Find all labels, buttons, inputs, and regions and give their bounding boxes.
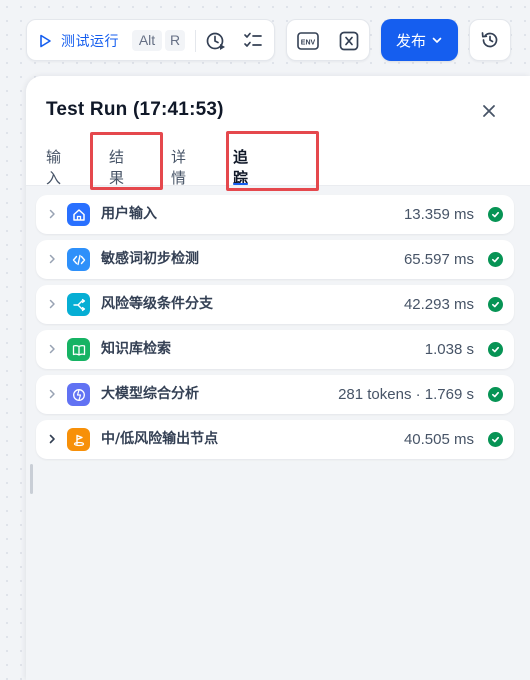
run-group: 测试运行 Alt R bbox=[26, 19, 275, 61]
test-run-panel: Test Run (17:41:53) 输入 结果 详情 追踪 用户输入 13.… bbox=[26, 76, 530, 680]
success-check-icon bbox=[488, 207, 503, 222]
panel-title: Test Run (17:41:53) bbox=[46, 99, 224, 120]
close-icon bbox=[482, 104, 496, 118]
shortcut-key-alt: Alt bbox=[132, 30, 162, 51]
run-history-icon[interactable] bbox=[204, 29, 228, 53]
node-elapsed-time: 40.505 ms bbox=[403, 431, 474, 448]
close-button[interactable] bbox=[479, 101, 499, 121]
shortcut-key-r: R bbox=[165, 30, 185, 51]
node-elapsed-time: 1.038 s bbox=[424, 341, 474, 358]
env-icon-text: ENV bbox=[301, 40, 316, 47]
trace-node-row[interactable]: 中/低风险输出节点 40.505 ms bbox=[36, 420, 514, 459]
play-icon bbox=[37, 33, 53, 49]
tab-input[interactable]: 输入 bbox=[46, 146, 61, 187]
trace-node-row[interactable]: 风险等级条件分支 42.293 ms bbox=[36, 285, 514, 324]
success-check-icon bbox=[488, 252, 503, 267]
code-icon bbox=[67, 248, 90, 271]
test-run-button[interactable]: 测试运行 bbox=[37, 28, 119, 54]
chevron-right-icon[interactable] bbox=[46, 253, 58, 265]
trace-node-row[interactable]: 用户输入 13.359 ms bbox=[36, 195, 514, 234]
node-name: 敏感词初步检测 bbox=[101, 251, 199, 267]
panel-header: Test Run (17:41:53) 输入 结果 详情 追踪 bbox=[26, 76, 530, 187]
env-button[interactable]: ENV bbox=[296, 29, 320, 53]
chevron-down-icon bbox=[431, 34, 443, 46]
tab-trace-label: 追踪 bbox=[233, 148, 249, 187]
node-name: 用户输入 bbox=[101, 206, 157, 222]
panel-resize-handle[interactable] bbox=[30, 464, 33, 494]
success-check-icon bbox=[488, 387, 503, 402]
history-icon bbox=[480, 30, 500, 50]
node-name: 大模型综合分析 bbox=[101, 386, 199, 402]
success-check-icon bbox=[488, 432, 503, 447]
flag-icon bbox=[67, 428, 90, 451]
node-elapsed-time: 13.359 ms bbox=[403, 206, 474, 223]
node-name: 中/低风险输出节点 bbox=[101, 431, 219, 447]
node-name: 知识库检索 bbox=[101, 341, 171, 357]
home-icon bbox=[67, 203, 90, 226]
chevron-right-icon[interactable] bbox=[46, 298, 58, 310]
chevron-right-icon[interactable] bbox=[46, 343, 58, 355]
publish-label: 发布 bbox=[395, 31, 426, 50]
success-check-icon bbox=[488, 342, 503, 357]
success-check-icon bbox=[488, 297, 503, 312]
node-elapsed-time: 65.597 ms bbox=[403, 251, 474, 268]
branch-icon bbox=[67, 293, 90, 316]
trace-node-row[interactable]: 知识库检索 1.038 s bbox=[36, 330, 514, 369]
tab-detail[interactable]: 详情 bbox=[171, 146, 186, 187]
tab-trace[interactable]: 追踪 bbox=[233, 146, 249, 187]
llm-icon bbox=[67, 383, 90, 406]
chevron-right-icon[interactable] bbox=[46, 208, 58, 220]
workflow-toolbar: 测试运行 Alt R ENV 发布 bbox=[26, 19, 511, 61]
chevron-right-icon[interactable] bbox=[46, 388, 58, 400]
chevron-right-icon[interactable] bbox=[46, 433, 58, 445]
trace-node-row[interactable]: 大模型综合分析 281 tokens · 1.769 s bbox=[36, 375, 514, 414]
node-elapsed-time: 42.293 ms bbox=[403, 296, 474, 313]
env-group: ENV bbox=[286, 19, 370, 61]
trace-node-row[interactable]: 敏感词初步检测 65.597 ms bbox=[36, 240, 514, 279]
book-icon bbox=[67, 338, 90, 361]
variables-icon[interactable] bbox=[337, 29, 361, 53]
tab-result[interactable]: 结果 bbox=[109, 146, 124, 187]
checklist-icon[interactable] bbox=[241, 29, 265, 53]
node-elapsed-time: 281 tokens · 1.769 s bbox=[338, 386, 474, 403]
active-tab-indicator bbox=[233, 183, 249, 185]
node-name: 风险等级条件分支 bbox=[101, 296, 213, 312]
trace-node-list: 用户输入 13.359 ms 敏感词初步检测 65.597 ms 风险等级条件分… bbox=[36, 195, 514, 465]
publish-button[interactable]: 发布 bbox=[381, 19, 458, 61]
version-history-button[interactable] bbox=[469, 19, 511, 61]
toolbar-divider bbox=[195, 30, 196, 52]
test-run-label: 测试运行 bbox=[61, 34, 119, 50]
